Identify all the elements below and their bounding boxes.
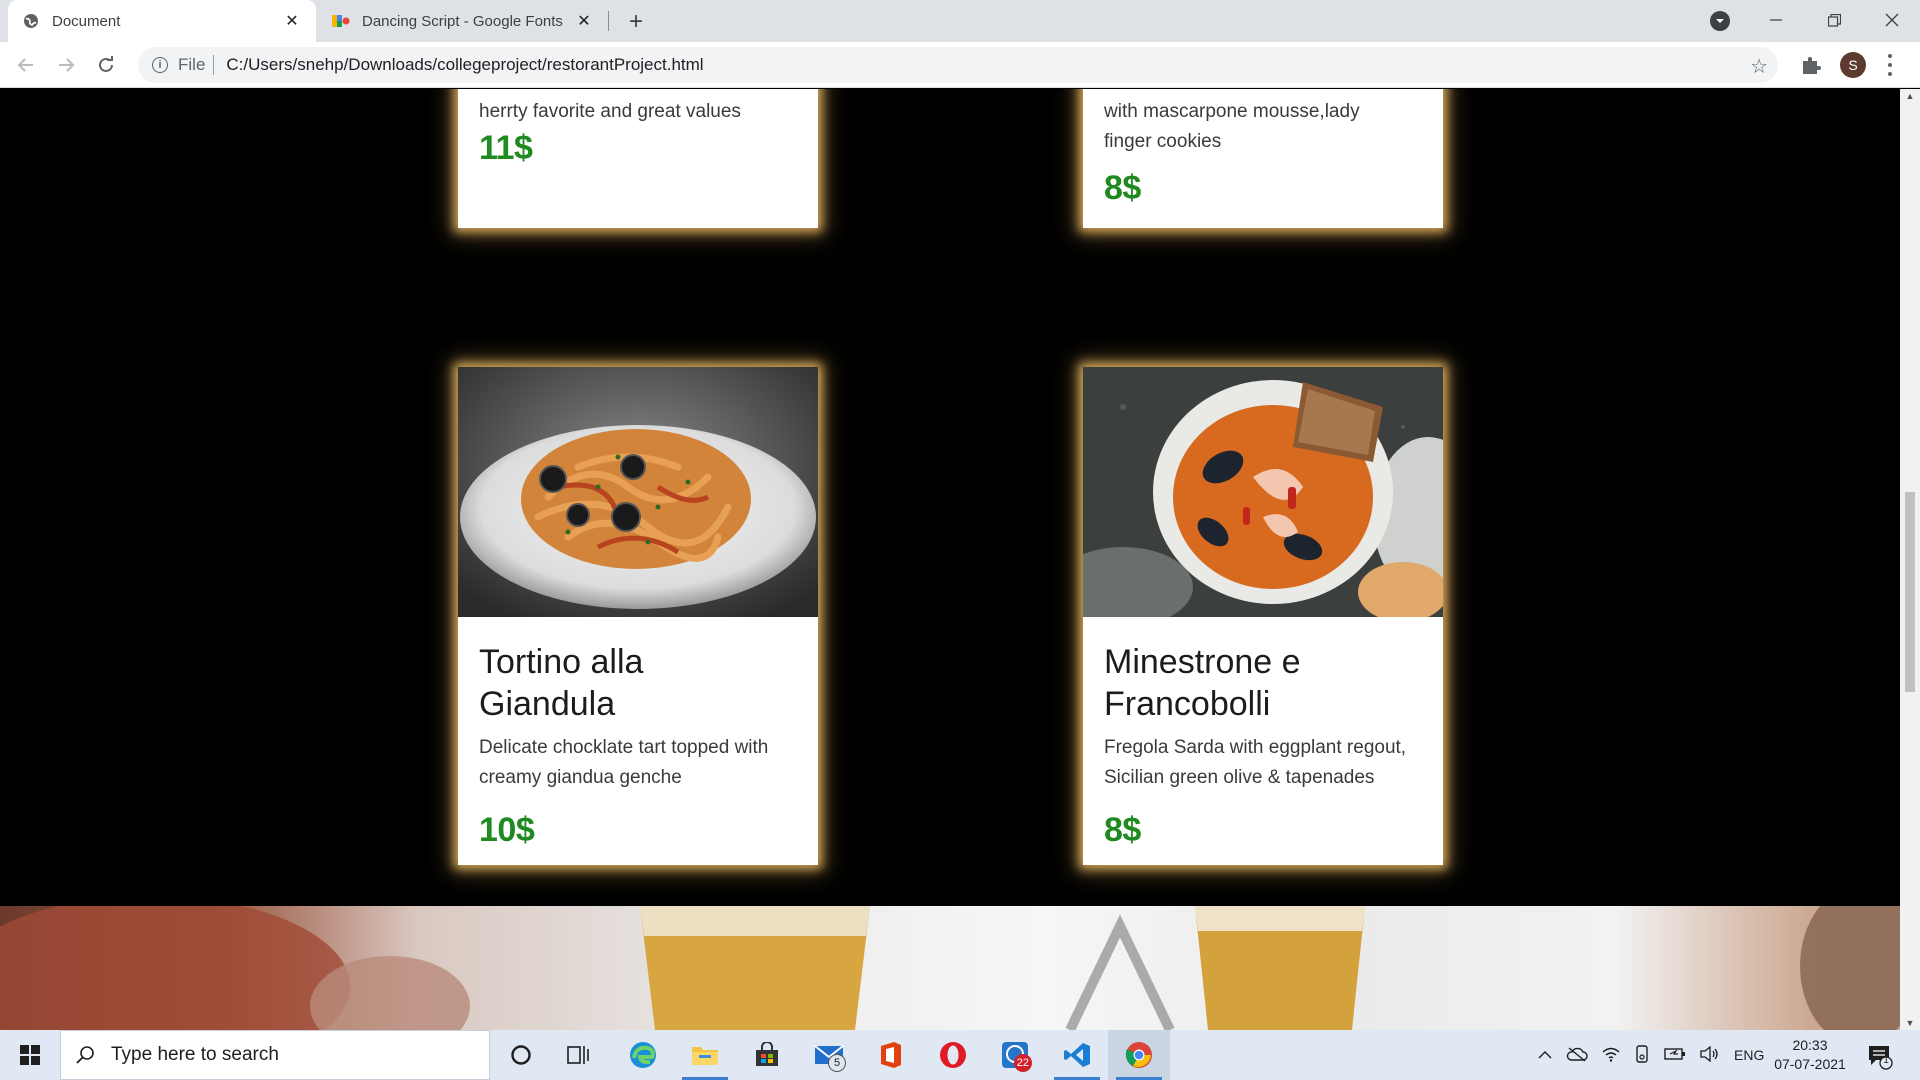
card-description: Fregola Sarda with eggplant regout,	[1104, 737, 1407, 758]
card-price: 11$	[479, 129, 533, 167]
language-indicator[interactable]: ENG	[1734, 1047, 1764, 1063]
tab-title: Dancing Script - Google Fonts	[362, 12, 563, 30]
system-clock[interactable]: 20:33 07-07-2021	[1762, 1036, 1858, 1074]
search-placeholder: Type here to search	[111, 1044, 279, 1065]
browser-toolbar: i File C:/Users/snehp/Downloads/collegep…	[0, 42, 1920, 88]
card-price: 10$	[479, 811, 535, 849]
vscode-icon[interactable]	[1046, 1030, 1108, 1080]
tab-divider	[608, 11, 609, 31]
tab-document[interactable]: Document ✕	[8, 0, 316, 42]
dish-title: Giandula	[479, 685, 616, 723]
card-description: with mascarpone mousse,lady	[1104, 101, 1360, 122]
mail-icon[interactable]: 5	[798, 1030, 860, 1080]
tab-search-icon[interactable]	[1710, 11, 1730, 31]
search-icon	[76, 1046, 94, 1064]
whatsapp-icon[interactable]: 22	[984, 1030, 1046, 1080]
scroll-up-arrow-icon[interactable]: ▲	[1905, 91, 1915, 101]
mail-badge: 5	[828, 1054, 846, 1072]
bookmark-star-icon[interactable]: ☆	[1750, 54, 1768, 79]
tab-google-fonts[interactable]: Dancing Script - Google Fonts ✕	[318, 0, 608, 42]
dish-title: Francobolli	[1104, 685, 1271, 723]
back-button[interactable]	[12, 51, 40, 79]
card-description: creamy giandua genche	[479, 767, 682, 788]
menu-card: Tortino alla Giandula Delicate chocklate…	[458, 367, 818, 865]
windows-taskbar: Type here to search 5 22 ENG 20:33 07-07…	[0, 1030, 1920, 1080]
seafood-stew-image	[1083, 367, 1443, 617]
globe-icon	[22, 12, 40, 30]
battery-icon[interactable]	[1664, 1047, 1686, 1064]
tab-strip: Document ✕ Dancing Script - Google Fonts…	[0, 0, 1920, 42]
show-hidden-icons-chevron-icon[interactable]	[1538, 1047, 1552, 1063]
profile-avatar[interactable]: S	[1840, 52, 1866, 78]
google-fonts-icon	[332, 12, 350, 30]
address-divider	[213, 55, 215, 75]
clock-time: 20:33	[1792, 1037, 1828, 1053]
close-window-button[interactable]	[1864, 0, 1920, 40]
close-tab-icon[interactable]: ✕	[282, 11, 302, 31]
extensions-puzzle-icon[interactable]	[1800, 54, 1822, 76]
card-description: Sicilian green olive & tapenades	[1104, 767, 1375, 788]
chrome-icon[interactable]	[1108, 1030, 1170, 1080]
windows-start-icon[interactable]	[0, 1030, 60, 1080]
page-viewport: herrty favorite and great values 11$ wit…	[0, 89, 1900, 1030]
address-bar[interactable]: i File C:/Users/snehp/Downloads/collegep…	[138, 47, 1778, 83]
notification-count: 1	[1883, 1055, 1889, 1066]
new-tab-button[interactable]: +	[622, 8, 650, 36]
scroll-down-arrow-icon[interactable]: ▼	[1905, 1018, 1915, 1028]
close-tab-icon[interactable]: ✕	[574, 11, 594, 31]
menu-card: Minestrone e Francobolli Fregola Sarda w…	[1083, 367, 1443, 865]
restore-button[interactable]	[1806, 0, 1862, 40]
edge-browser-icon[interactable]	[612, 1030, 674, 1080]
browser-menu-icon[interactable]	[1886, 54, 1894, 76]
opera-icon[interactable]	[922, 1030, 984, 1080]
microsoft-store-icon[interactable]	[736, 1030, 798, 1080]
card-description: finger cookies	[1104, 131, 1222, 152]
card-price: 8$	[1104, 169, 1141, 207]
action-center-icon[interactable]: 1	[1866, 1042, 1894, 1070]
dish-title: Tortino alla	[479, 643, 644, 681]
forward-button[interactable]	[52, 51, 80, 79]
office-icon[interactable]	[860, 1030, 922, 1080]
address-url: C:/Users/snehp/Downloads/collegeproject/…	[226, 55, 704, 74]
task-view-icon[interactable]	[548, 1030, 610, 1080]
cortana-icon[interactable]	[490, 1030, 552, 1080]
taskbar-search-input[interactable]: Type here to search	[60, 1030, 490, 1080]
clock-date: 07-07-2021	[1774, 1056, 1846, 1072]
volume-icon[interactable]	[1700, 1045, 1720, 1065]
system-tray: ENG	[1538, 1030, 1764, 1080]
card-description: Delicate chocklate tart topped with	[479, 737, 769, 758]
onedrive-icon[interactable]	[1566, 1046, 1588, 1065]
minimize-button[interactable]	[1748, 0, 1804, 40]
beer-background-image	[0, 906, 1900, 1030]
site-info-icon[interactable]: i	[152, 57, 168, 73]
scrollbar-thumb[interactable]	[1905, 492, 1915, 692]
reload-button[interactable]	[92, 51, 120, 79]
page-scrollbar[interactable]: ▲ ▼	[1900, 89, 1920, 1030]
device-icon[interactable]	[1634, 1044, 1650, 1066]
menu-card: with mascarpone mousse,lady finger cooki…	[1083, 89, 1443, 228]
wifi-icon[interactable]	[1602, 1046, 1620, 1065]
whatsapp-badge: 22	[1013, 1054, 1032, 1072]
pasta-dish-image	[458, 367, 818, 617]
card-price: 8$	[1104, 811, 1141, 849]
tab-title: Document	[52, 12, 121, 30]
address-scheme: File	[178, 55, 206, 74]
dish-title: Minestrone e	[1104, 643, 1301, 681]
card-description: herrty favorite and great values	[479, 101, 741, 122]
menu-card: herrty favorite and great values 11$	[458, 89, 818, 228]
file-explorer-icon[interactable]	[674, 1030, 736, 1080]
